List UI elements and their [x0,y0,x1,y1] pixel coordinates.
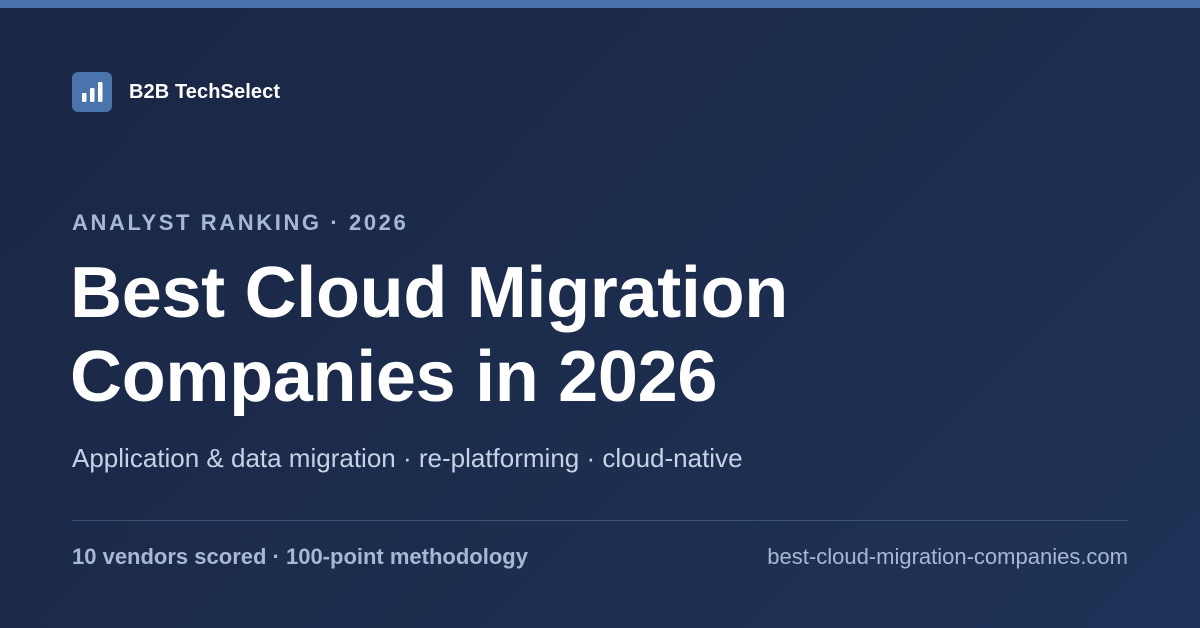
eyebrow-label: ANALYST RANKING · 2026 [72,210,409,235]
accent-top-bar [0,0,1200,8]
brand: B2B TechSelect [72,72,280,112]
methodology-stats: 10 vendors scored · 100-point methodolog… [72,544,528,569]
brand-name: B2B TechSelect [129,80,281,103]
title-line-2: Companies in 2026 [70,337,718,417]
social-card: B2B TechSelect ANALYST RANKING · 2026 Be… [0,0,1200,628]
subtitle: Application & data migration · re-platfo… [72,443,743,473]
divider [72,520,1128,521]
title-line-1: Best Cloud Migration [70,253,788,333]
bar-chart-icon-graphic [82,82,103,102]
page-title: Best Cloud Migration Companies in 2026 [70,251,1130,419]
bar-chart-icon [72,72,112,112]
site-url: best-cloud-migration-companies.com [767,544,1128,569]
